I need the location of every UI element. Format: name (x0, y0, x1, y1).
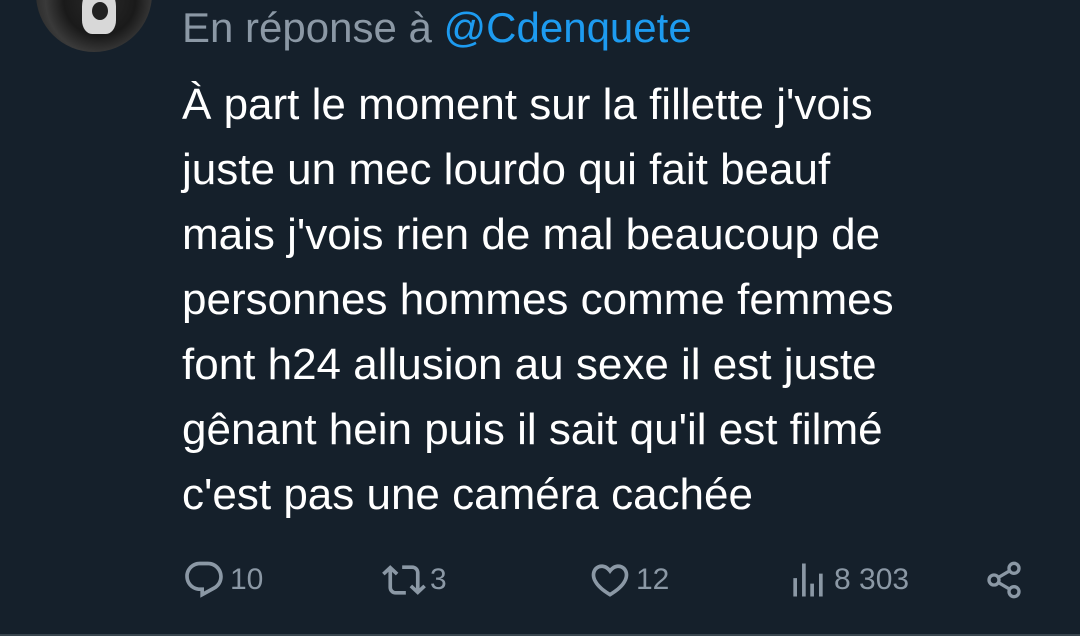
tweet-text-line: À part le moment sur la fillette j'vois (182, 80, 873, 129)
tweet-text-line: font h24 allusion au sexe il est juste (182, 340, 877, 389)
tweet-text-line: gênant hein puis il sait qu'il est filmé (182, 405, 883, 454)
avatar-detail (92, 2, 108, 20)
retweet-button[interactable]: 3 (382, 555, 447, 605)
tweet-text: À part le moment sur la fillette j'vois … (182, 72, 1042, 527)
reply-icon (185, 561, 223, 598)
tweet-text-line: juste un mec lourdo qui fait beauf (182, 145, 831, 194)
reply-prefix: En réponse à (182, 4, 432, 51)
tweet-text-line: mais j'vois rien de mal beaucoup de (182, 210, 881, 259)
retweet-icon (382, 565, 426, 595)
reply-handle-link[interactable]: @Cdenquete (444, 4, 692, 51)
tweet-text-line: personnes hommes comme femmes (182, 275, 894, 324)
retweet-count: 3 (430, 563, 447, 596)
like-button[interactable]: 12 (588, 555, 669, 605)
views-button[interactable]: 8 303 (786, 555, 909, 605)
reply-button[interactable]: 10 (182, 555, 263, 605)
share-icon (987, 561, 1021, 599)
analytics-icon (793, 563, 823, 597)
tweet-actions: 10 3 12 8 303 (0, 555, 1080, 605)
tweet-text-line: c'est pas une caméra cachée (182, 470, 753, 519)
reply-context: En réponse à @Cdenquete (182, 2, 692, 54)
share-button[interactable] (984, 555, 1024, 605)
like-count: 12 (636, 563, 670, 596)
heart-icon (591, 564, 629, 597)
views-count: 8 303 (834, 563, 910, 596)
avatar[interactable] (36, 0, 152, 52)
reply-count: 10 (230, 563, 264, 596)
